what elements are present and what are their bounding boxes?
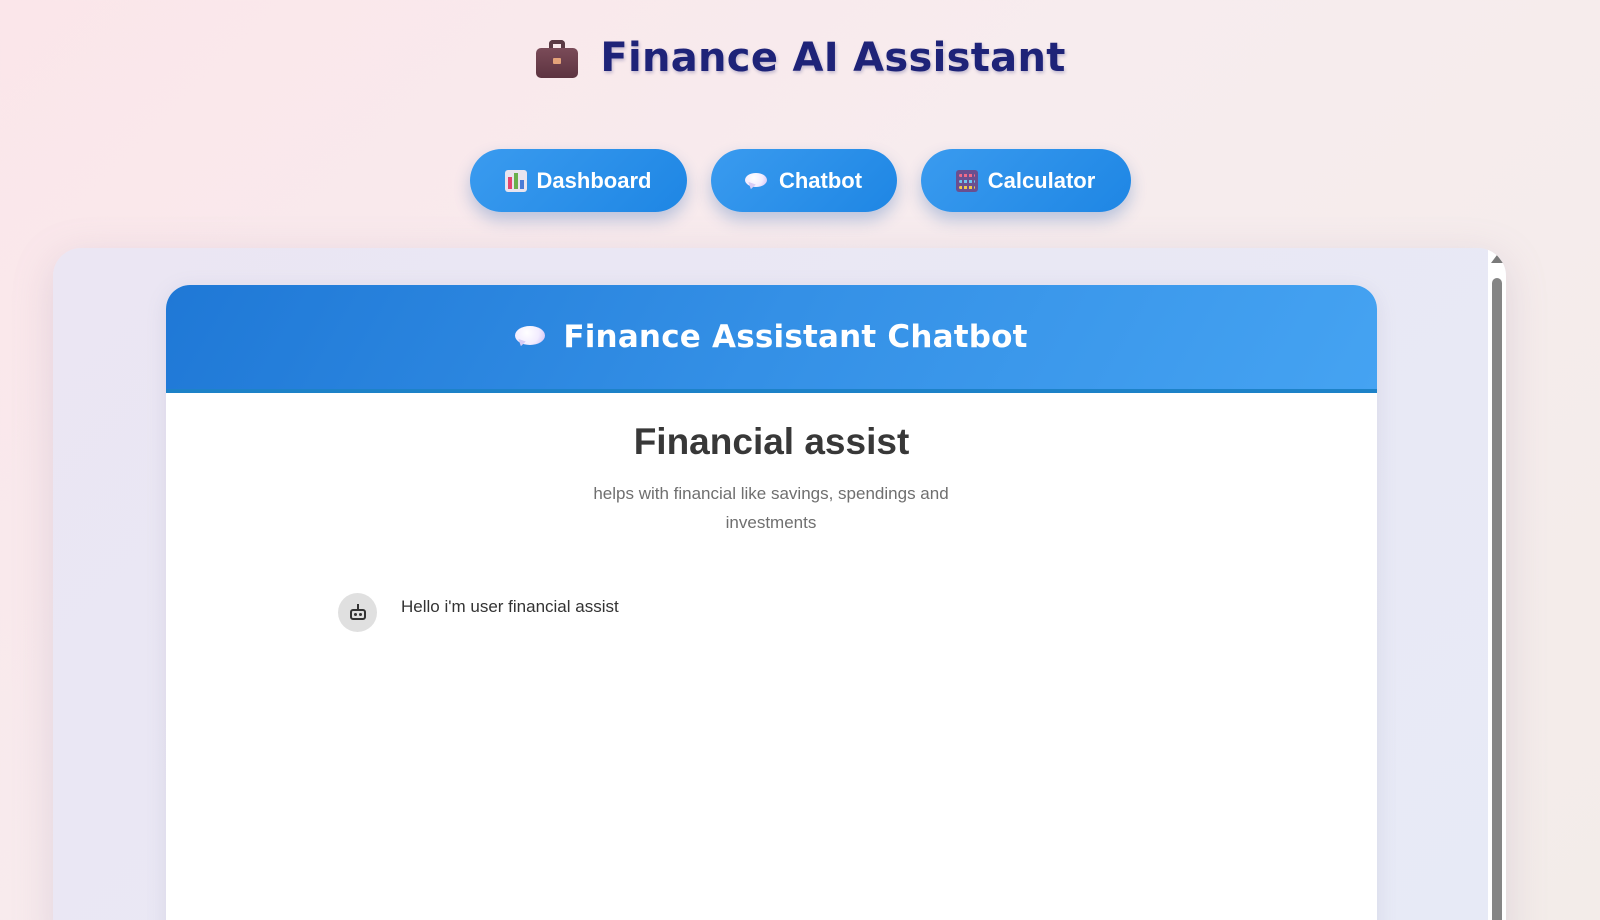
- chart-icon: [504, 169, 527, 192]
- scroll-up-arrow-icon[interactable]: [1491, 255, 1503, 263]
- message-text: Hello i'm user financial assist: [401, 597, 619, 616]
- nav-calculator-label: Calculator: [987, 167, 1096, 193]
- briefcase-icon: [534, 38, 580, 78]
- app-title: Finance AI Assistant: [600, 35, 1066, 81]
- nav-calculator-button[interactable]: Calculator: [920, 149, 1131, 212]
- scrollbar[interactable]: [1488, 248, 1506, 920]
- chat-body[interactable]: Financial assist helps with financial li…: [166, 393, 1377, 920]
- nav-chatbot-button[interactable]: Chatbot: [710, 149, 897, 212]
- bot-avatar: [338, 593, 377, 632]
- speech-bubble-icon: [515, 325, 547, 349]
- abacus-icon: [955, 169, 978, 192]
- nav-chatbot-label: Chatbot: [778, 167, 863, 193]
- main-nav: Dashboard Chatbot Calculator: [0, 149, 1600, 213]
- main-panel: Finance Assistant Chatbot Financial assi…: [53, 248, 1506, 920]
- chat-title: Finance Assistant Chatbot: [563, 319, 1028, 355]
- bot-message: Hello i'm user financial assist: [338, 593, 619, 632]
- nav-dashboard-button[interactable]: Dashboard: [469, 149, 687, 212]
- intro-description: helps with financial like savings, spend…: [593, 484, 949, 532]
- scrollbar-thumb[interactable]: [1492, 278, 1502, 920]
- chat-header: Finance Assistant Chatbot: [166, 285, 1377, 393]
- nav-dashboard-label: Dashboard: [536, 167, 652, 193]
- intro-title: Financial assist: [633, 421, 910, 462]
- speech-bubble-icon: [744, 172, 769, 190]
- app-header: Finance AI Assistant: [0, 28, 1600, 88]
- robot-icon: [349, 603, 367, 622]
- chat-card: Finance Assistant Chatbot Financial assi…: [166, 285, 1377, 920]
